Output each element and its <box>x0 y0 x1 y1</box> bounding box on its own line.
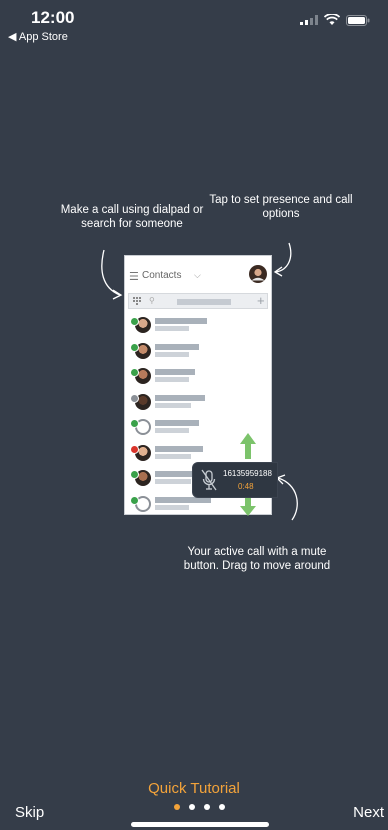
mockup-header: ☰ Contacts ⌵ <box>125 256 271 292</box>
page-dot[interactable] <box>204 804 210 810</box>
search-icon: ⚲ <box>149 296 155 305</box>
mute-microphone-icon[interactable] <box>201 469 217 491</box>
battery-icon <box>346 14 370 26</box>
presence-status-icon <box>130 495 139 505</box>
contact-name-placeholder <box>155 394 205 401</box>
contact-row[interactable] <box>125 365 271 391</box>
search-placeholder-bar <box>177 299 231 305</box>
contact-row[interactable] <box>125 391 271 417</box>
contact-detail-placeholder <box>155 326 189 331</box>
presence-status-icon <box>130 393 139 403</box>
dialpad-icon <box>133 297 141 305</box>
contact-name-placeholder <box>155 318 207 324</box>
drag-up-arrow-icon <box>240 433 256 459</box>
next-button[interactable]: Next <box>353 804 384 821</box>
contact-detail-placeholder <box>155 402 191 408</box>
wifi-icon <box>324 14 340 25</box>
tutorial-title: Quick Tutorial <box>148 780 240 797</box>
presence-status-icon <box>130 368 139 377</box>
contact-row[interactable] <box>125 340 271 366</box>
pointer-arrow-icon <box>273 242 292 277</box>
contact-name-placeholder <box>155 420 199 426</box>
status-icons <box>300 14 370 26</box>
contact-name-placeholder <box>155 471 195 477</box>
skip-button[interactable]: Skip <box>15 804 44 821</box>
hamburger-icon: ☰ <box>129 271 139 283</box>
page-dot[interactable] <box>219 804 225 810</box>
contact-name-placeholder <box>155 369 195 375</box>
presence-status-icon <box>130 444 139 454</box>
active-call-widget[interactable]: 16135959188 0:48 <box>192 462 278 498</box>
contact-detail-placeholder <box>155 377 189 382</box>
contact-detail-placeholder <box>155 479 191 484</box>
cellular-signal-icon <box>300 15 318 25</box>
page-indicator[interactable] <box>174 804 225 810</box>
callout-dialpad-text: Make a call using dialpad or search for … <box>60 204 204 230</box>
status-bar: 12:00 ◀ App Store <box>0 0 388 44</box>
contact-row[interactable] <box>125 314 271 340</box>
chevron-down-icon: ⌵ <box>194 270 201 280</box>
status-time: 12:00 <box>31 8 75 27</box>
mockup-search-bar: ⚲ + <box>128 293 268 309</box>
contact-detail-placeholder <box>155 428 189 433</box>
presence-status-icon <box>130 419 139 428</box>
callout-active-call-text: Your active call with a mute button. Dra… <box>183 546 331 572</box>
call-number: 16135959188 <box>223 469 272 478</box>
back-to-app-store-link[interactable]: ◀ App Store <box>8 30 68 43</box>
add-icon: + <box>257 293 265 308</box>
contact-name-placeholder <box>155 343 199 350</box>
page-dot[interactable] <box>189 804 195 810</box>
contact-detail-placeholder <box>155 351 189 357</box>
contact-detail-placeholder <box>155 453 191 459</box>
presence-status-icon <box>130 470 139 479</box>
user-avatar-icon <box>249 265 267 283</box>
contact-detail-placeholder <box>155 504 189 510</box>
drag-down-arrow-icon <box>240 496 256 516</box>
call-duration: 0:48 <box>238 482 254 491</box>
presence-status-icon <box>130 342 139 352</box>
contact-name-placeholder <box>155 445 203 452</box>
mockup-title: Contacts <box>142 270 182 281</box>
page-dot[interactable] <box>174 804 180 810</box>
home-indicator[interactable] <box>131 822 269 827</box>
presence-status-icon <box>130 317 139 326</box>
callout-presence-text: Tap to set presence and call options <box>209 194 353 220</box>
pointer-arrow-icon <box>101 249 123 300</box>
